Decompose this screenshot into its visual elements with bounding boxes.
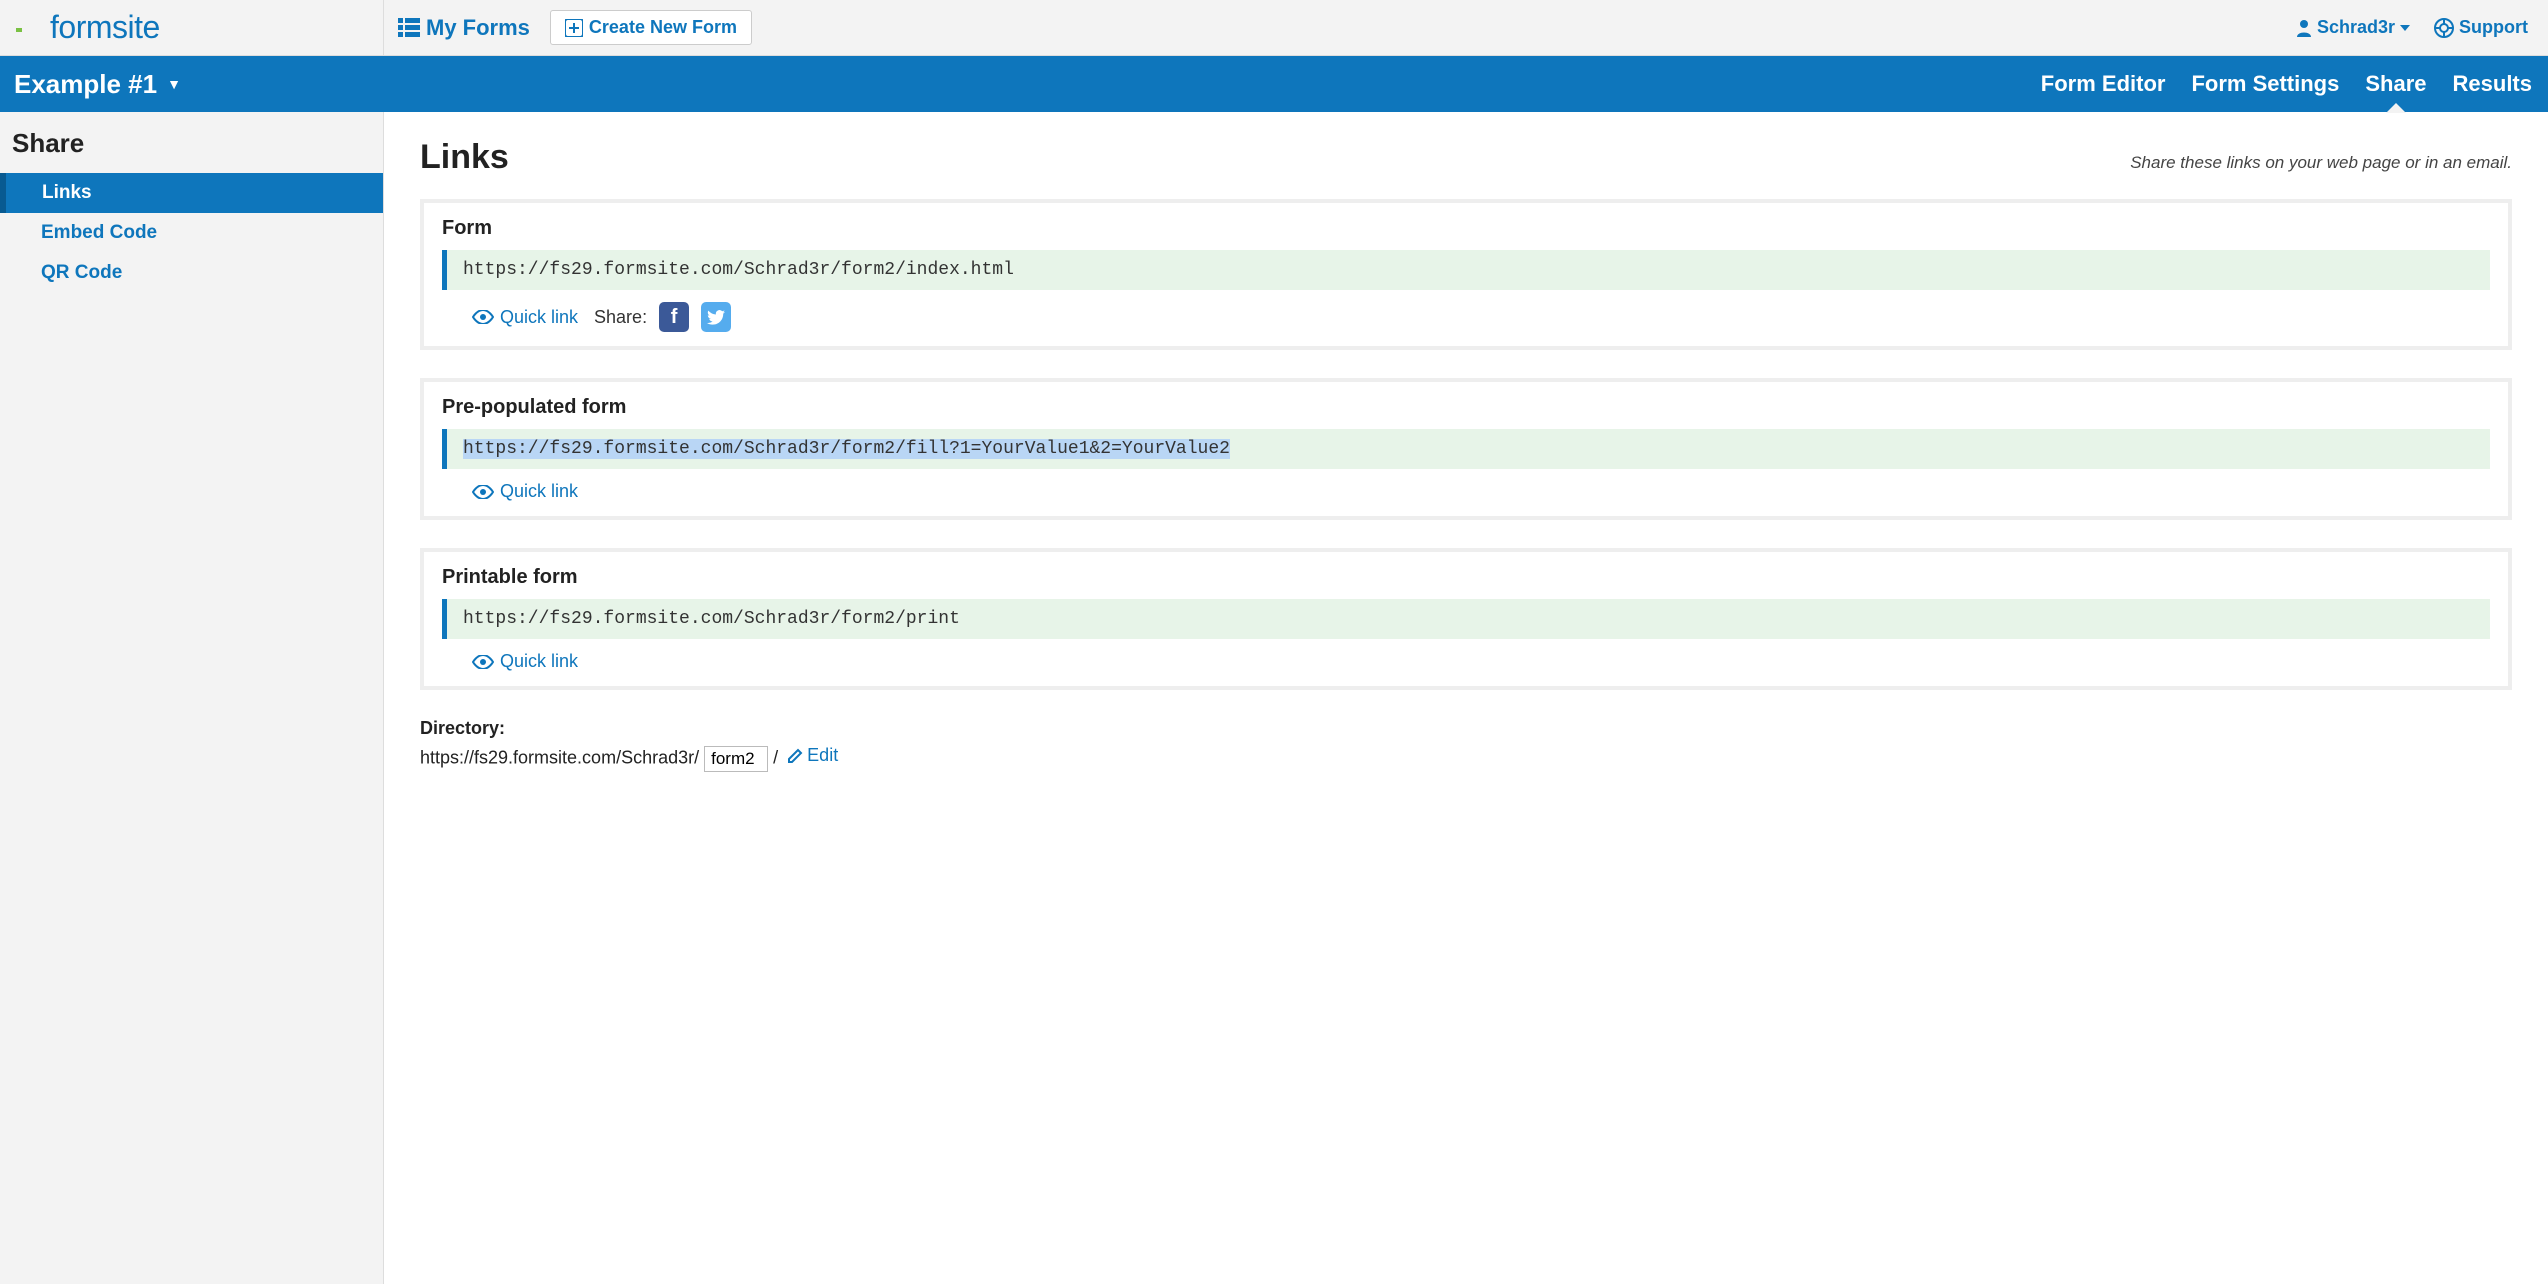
tab-share[interactable]: Share: [2365, 56, 2426, 112]
tab-results[interactable]: Results: [2453, 56, 2532, 112]
eye-icon: [472, 485, 494, 499]
nav-my-forms[interactable]: My Forms: [398, 15, 530, 41]
form-url[interactable]: https://fs29.formsite.com/Schrad3r/form2…: [442, 250, 2490, 290]
sidebar-title: Share: [0, 112, 383, 173]
panel-form-title: Form: [442, 217, 2490, 240]
page-title: Links: [420, 138, 509, 177]
sidebar-item-qr-code[interactable]: QR Code: [0, 253, 383, 293]
panel-printable-title: Printable form: [442, 566, 2490, 589]
sidebar: Share Links Embed Code QR Code: [0, 112, 384, 1284]
facebook-icon[interactable]: f: [659, 302, 689, 332]
prepopulated-url[interactable]: https://fs29.formsite.com/Schrad3r/form2…: [442, 429, 2490, 469]
page-subtitle: Share these links on your web page or in…: [2130, 153, 2512, 173]
support-link[interactable]: Support: [2434, 17, 2528, 38]
directory-suffix: /: [773, 748, 778, 768]
twitter-icon[interactable]: [701, 302, 731, 332]
directory-input[interactable]: [704, 746, 768, 772]
directory-prefix: https://fs29.formsite.com/Schrad3r/: [420, 748, 699, 768]
quick-link-label: Quick link: [500, 307, 578, 328]
top-bar: formsite My Forms Create New Form: [0, 0, 2548, 56]
create-new-form-label: Create New Form: [589, 17, 737, 38]
sidebar-item-links[interactable]: Links: [0, 173, 383, 213]
user-name: Schrad3r: [2317, 17, 2395, 38]
main-content: Links Share these links on your web page…: [384, 112, 2548, 1284]
nav-my-forms-label: My Forms: [426, 15, 530, 41]
quick-link-prepopulated[interactable]: Quick link: [472, 481, 578, 502]
pencil-icon: [787, 748, 803, 764]
plus-square-icon: [565, 19, 583, 37]
support-label: Support: [2459, 17, 2528, 38]
quick-link-form[interactable]: Quick link: [472, 307, 578, 328]
form-name-dropdown[interactable]: Example #1 ▼: [14, 69, 181, 100]
create-new-form-button[interactable]: Create New Form: [550, 10, 752, 45]
quick-link-label: Quick link: [500, 481, 578, 502]
form-bar: Example #1 ▼ Form Editor Form Settings S…: [0, 56, 2548, 112]
logo[interactable]: formsite: [0, 0, 384, 55]
user-icon: [2296, 19, 2312, 37]
tab-form-editor[interactable]: Form Editor: [2041, 56, 2166, 112]
panel-prepopulated: Pre-populated form https://fs29.formsite…: [420, 378, 2512, 520]
top-right: Schrad3r Support: [2296, 17, 2548, 38]
directory-row: Directory: https://fs29.formsite.com/Sch…: [420, 718, 2512, 772]
panel-prepopulated-title: Pre-populated form: [442, 396, 2490, 419]
eye-icon: [472, 310, 494, 324]
logo-text: formsite: [50, 9, 160, 46]
panel-form: Form https://fs29.formsite.com/Schrad3r/…: [420, 199, 2512, 350]
edit-directory-link[interactable]: Edit: [787, 745, 838, 766]
triangle-down-icon: ▼: [167, 76, 181, 92]
form-tabs: Form Editor Form Settings Share Results: [2041, 56, 2532, 112]
lifebuoy-icon: [2434, 18, 2454, 38]
tab-form-settings[interactable]: Form Settings: [2191, 56, 2339, 112]
directory-label: Directory:: [420, 718, 2512, 739]
share-label: Share:: [594, 307, 647, 328]
eye-icon: [472, 655, 494, 669]
quick-link-label: Quick link: [500, 651, 578, 672]
caret-down-icon: [2400, 25, 2410, 31]
list-icon: [398, 18, 420, 38]
form-name-label: Example #1: [14, 69, 157, 100]
sidebar-item-embed-code[interactable]: Embed Code: [0, 213, 383, 253]
printable-url[interactable]: https://fs29.formsite.com/Schrad3r/form2…: [442, 599, 2490, 639]
top-nav: My Forms Create New Form Schrad3r: [384, 10, 2548, 45]
user-menu[interactable]: Schrad3r: [2296, 17, 2410, 38]
edit-label: Edit: [807, 745, 838, 766]
panel-printable: Printable form https://fs29.formsite.com…: [420, 548, 2512, 690]
quick-link-printable[interactable]: Quick link: [472, 651, 578, 672]
